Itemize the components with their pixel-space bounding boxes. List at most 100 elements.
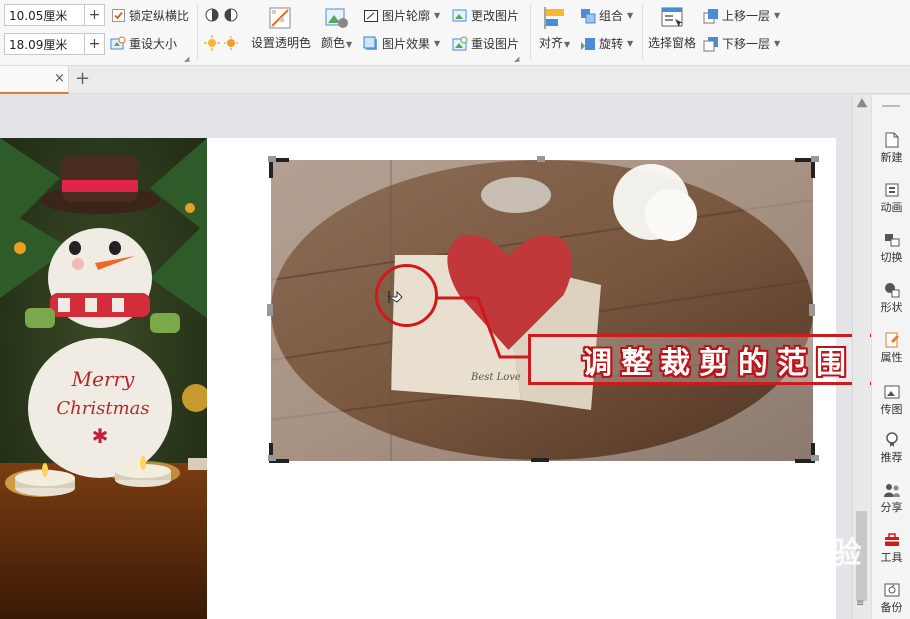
reset-size-icon: [110, 36, 126, 52]
shape-icon: [884, 282, 900, 298]
change-picture-button[interactable]: 更改图片: [452, 7, 519, 24]
tools-icon: [884, 532, 900, 548]
snowman-text-merry: Merry: [71, 367, 135, 391]
crop-handle-bottom-mid[interactable]: [531, 458, 549, 462]
brightness-button[interactable]: [204, 35, 239, 51]
picture-outline-icon: [363, 8, 379, 24]
set-transparent-button[interactable]: 设置透明色: [251, 6, 311, 51]
rotate-icon: [580, 36, 596, 52]
rail-label-transition: 切换: [880, 251, 903, 264]
contrast-button[interactable]: [204, 7, 239, 23]
backup-icon: [884, 582, 900, 598]
lock-ratio-label: 锁定纵横比: [129, 9, 190, 23]
color-button[interactable]: 颜色▼: [321, 6, 352, 51]
rail-label-share: 分享: [880, 501, 903, 514]
lock-ratio-checkbox[interactable]: 锁定纵横比: [110, 7, 189, 24]
share-icon: [883, 482, 900, 498]
snowman-text-christmas: Christmas: [56, 398, 149, 419]
baidu-watermark: Baidu经验 jingyan.baidu.com: [696, 528, 866, 586]
rail-label-shape: 形状: [880, 301, 903, 314]
dialog-launcher-icon[interactable]: ◢: [514, 55, 519, 63]
reset-picture-label: 重设图片: [471, 37, 520, 51]
align-icon: [542, 6, 568, 30]
group-button[interactable]: 组合 ▼: [580, 7, 633, 24]
resize-handle-top-left[interactable]: [268, 156, 276, 162]
height-increment-button[interactable]: +: [84, 34, 104, 54]
effect-dropdown-icon: ▼: [434, 39, 441, 48]
rail-item-tools[interactable]: 工具: [872, 532, 910, 565]
picture-color-icon: [324, 6, 350, 30]
selection-pane-icon: [659, 6, 685, 30]
crop-cursor-icon: [387, 290, 403, 303]
height-value[interactable]: 18.09厘米: [5, 36, 84, 53]
forward-dropdown-icon: ▼: [774, 11, 781, 20]
rail-item-transition[interactable]: 切换: [872, 232, 910, 265]
bring-forward-button[interactable]: 上移一层 ▼: [703, 7, 780, 24]
resize-handle-bottom-left[interactable]: [268, 455, 276, 461]
rail-label-backup: 备份: [880, 601, 903, 614]
property-icon: [884, 332, 900, 348]
new-tab-icon[interactable]: +: [75, 68, 90, 89]
rail-item-animation[interactable]: 动画: [872, 182, 910, 215]
rotate-dropdown-icon: ▼: [627, 39, 634, 48]
bring-forward-label: 上移一层: [722, 9, 771, 23]
selection-pane-button[interactable]: 选择窗格: [648, 6, 696, 51]
scroll-up-icon[interactable]: [856, 98, 868, 108]
rail-label-upload: 传图: [880, 403, 903, 416]
selected-picture[interactable]: Best Love: [271, 160, 813, 461]
app-window: 10.05厘米 + 18.09厘米 + 锁定纵横比 重设大小 ◢ 设置透明色 颜…: [0, 0, 910, 619]
document-tab[interactable]: ×: [0, 66, 69, 94]
contrast-icon: [204, 7, 220, 23]
reset-size-button[interactable]: 重设大小: [110, 35, 177, 52]
split-handle-icon[interactable]: ≡: [856, 598, 864, 609]
resize-handle-bottom-right[interactable]: [811, 455, 819, 461]
group-icon: [580, 8, 596, 24]
send-backward-button[interactable]: 下移一层 ▼: [703, 35, 780, 52]
rail-item-upload[interactable]: 传图: [872, 384, 910, 417]
rail-item-backup[interactable]: 备份: [872, 582, 910, 615]
rail-item-new[interactable]: 新建: [872, 132, 910, 165]
outline-dropdown-icon: ▼: [434, 11, 441, 20]
resize-handle-right[interactable]: [809, 304, 815, 316]
animation-icon: [884, 182, 900, 198]
reset-picture-button[interactable]: 重设图片: [452, 35, 519, 52]
rotate-button[interactable]: 旋转 ▼: [580, 35, 633, 52]
resize-handle-top[interactable]: [537, 156, 545, 162]
rotate-label: 旋转: [599, 37, 624, 51]
resize-handle-left[interactable]: [267, 304, 273, 316]
rail-item-recommend[interactable]: 推荐: [872, 432, 910, 465]
picture-effect-button[interactable]: 图片效果 ▼: [363, 35, 440, 52]
ribbon-separator: [642, 4, 643, 60]
height-field[interactable]: 18.09厘米 +: [4, 33, 105, 55]
ribbon-separator: [530, 4, 531, 60]
watermark-url: jingyan.baidu.com: [725, 572, 837, 586]
resize-handle-top-right[interactable]: [811, 156, 819, 162]
align-button[interactable]: 对齐▼: [539, 6, 570, 51]
group-dropdown-icon: ▼: [627, 11, 634, 20]
ribbon-separator: [197, 4, 198, 60]
group-label: 组合: [599, 9, 624, 23]
new-icon: [884, 132, 900, 148]
width-field[interactable]: 10.05厘米 +: [4, 4, 105, 26]
transition-icon: [884, 232, 900, 248]
snowman-photo[interactable]: Merry Christmas ✱: [0, 138, 207, 619]
recommend-icon: [884, 432, 900, 448]
dialog-launcher-icon[interactable]: ◢: [184, 55, 189, 63]
rail-item-property[interactable]: 属性: [872, 332, 910, 365]
annotation-text: 调整裁剪的范围: [582, 345, 855, 381]
rail-item-shape[interactable]: 形状: [872, 282, 910, 315]
rail-item-share[interactable]: 分享: [872, 482, 910, 515]
send-backward-icon: [703, 36, 719, 52]
change-picture-label: 更改图片: [471, 9, 520, 23]
color-dropdown-icon: ▼: [346, 40, 353, 49]
width-increment-button[interactable]: +: [84, 5, 104, 25]
rail-grip[interactable]: [882, 105, 900, 107]
reset-size-label: 重设大小: [129, 37, 178, 51]
close-tab-icon[interactable]: ×: [54, 71, 65, 86]
change-picture-icon: [452, 8, 468, 24]
picture-outline-button[interactable]: 图片轮廓 ▼: [363, 7, 440, 24]
right-task-rail: 新建 动画 切换 形状 属性 传图 推荐 分享 工具 备份: [871, 95, 910, 619]
send-backward-label: 下移一层: [722, 37, 771, 51]
width-value[interactable]: 10.05厘米: [5, 7, 84, 24]
watermark-brand: Baidu经验: [699, 536, 863, 571]
